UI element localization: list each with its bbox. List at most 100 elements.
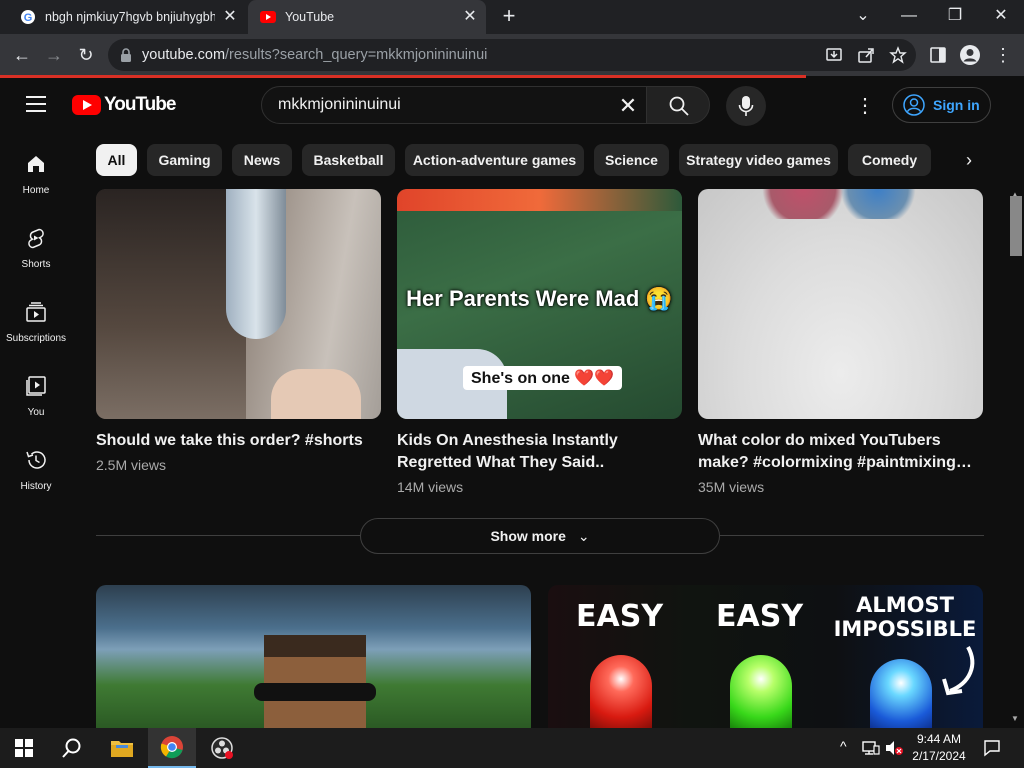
video-thumbnail[interactable]: EASY EASY ALMOST IMPOSSIBLE	[548, 585, 983, 728]
browser-toolbar: ← → ↻ youtube.com/results?search_query=m…	[0, 34, 1024, 76]
taskbar-search-button[interactable]	[48, 728, 96, 768]
taskbar-clock[interactable]: 9:44 AM 2/17/2024	[908, 731, 970, 765]
chrome-menu-icon[interactable]: ⋮	[990, 42, 1016, 68]
guide-item-you[interactable]: You	[0, 374, 72, 438]
thumbnail-shape	[226, 189, 286, 339]
guide-label: You	[27, 407, 45, 418]
thumbnail-shape	[397, 189, 682, 211]
thumbnail-text: IMPOSSIBLE	[833, 617, 977, 641]
guide-label: Home	[22, 185, 50, 196]
youtube-play-icon	[72, 95, 101, 115]
address-bar[interactable]: youtube.com/results?search_query=mkkmjon…	[108, 39, 916, 71]
search-query-text[interactable]: mkkmjonininuinui	[278, 96, 401, 114]
new-tab-button[interactable]: +	[498, 5, 520, 28]
chrome-icon	[160, 736, 183, 759]
short-thumbnail[interactable]	[96, 189, 381, 419]
chip-news[interactable]: News	[232, 144, 292, 176]
url-path: /results?search_query=mkkmjonininuinui	[225, 47, 488, 63]
chip-strategy-video-games[interactable]: Strategy video games	[679, 144, 838, 176]
short-title[interactable]: What color do mixed YouTubers make? #col…	[698, 430, 983, 474]
youtube-logo[interactable]: YouTube	[72, 94, 176, 116]
green-led-shape	[730, 655, 792, 728]
close-tab-icon[interactable]: ✕	[222, 9, 238, 25]
bookmark-star-icon[interactable]	[889, 46, 907, 64]
browser-tab-google[interactable]: G nbgh njmkiuy7hgvb bnjiuhygbh ✕	[8, 0, 246, 34]
chevron-down-icon: ⌄	[577, 528, 590, 544]
short-thumbnail[interactable]: Her Parents Were Mad 😭 She's on one ❤️❤️	[397, 189, 682, 419]
chip-basketball[interactable]: Basketball	[302, 144, 395, 176]
short-title[interactable]: Should we take this order? #shorts	[96, 430, 381, 452]
back-button[interactable]: ←	[9, 42, 35, 68]
chip-all[interactable]: All	[96, 144, 137, 176]
thumbnail-text: EASY	[576, 599, 664, 634]
clear-search-icon[interactable]: ✕	[616, 94, 640, 118]
page-scrollbar[interactable]	[1008, 189, 1024, 728]
url-host: youtube.com	[142, 47, 226, 63]
search-button[interactable]	[646, 86, 710, 124]
guide-item-subscriptions[interactable]: Subscriptions	[0, 300, 72, 364]
close-window-button[interactable]: ✕	[987, 4, 1015, 28]
short-title[interactable]: Kids On Anesthesia Instantly Regretted W…	[397, 430, 682, 474]
browser-tab-youtube[interactable]: YouTube ✕	[248, 0, 486, 34]
short-views: 14M views	[397, 479, 464, 495]
account-icon	[903, 94, 925, 116]
you-icon	[26, 376, 46, 396]
folder-icon	[111, 741, 133, 757]
chip-next-arrow-icon[interactable]: ›	[966, 150, 986, 170]
chrome-taskbar-button[interactable]	[148, 728, 196, 768]
clock-date: 2/17/2024	[912, 749, 966, 763]
scroll-down-arrow-icon[interactable]: ▼	[1011, 714, 1019, 723]
show-more-button[interactable]: Show more ⌄	[360, 518, 720, 554]
search-input[interactable]: mkkmjonininuinui ✕	[261, 86, 647, 124]
guide-label: History	[20, 481, 52, 492]
menu-icon[interactable]	[26, 96, 46, 112]
thumbnail-shape	[838, 189, 918, 219]
chip-science[interactable]: Science	[594, 144, 669, 176]
volume-muted-icon[interactable]	[884, 740, 904, 756]
search-icon	[669, 96, 689, 116]
tab-search-icon[interactable]: ⌄	[849, 4, 877, 28]
minimize-button[interactable]: —	[895, 4, 923, 28]
chip-action-adventure-games[interactable]: Action-adventure games	[405, 144, 584, 176]
notifications-icon[interactable]	[983, 739, 1001, 757]
recorder-icon	[211, 737, 233, 759]
thumbnail-text: EASY	[716, 599, 804, 634]
profile-icon[interactable]	[959, 44, 981, 66]
sign-in-button[interactable]: Sign in	[892, 87, 991, 123]
guide-item-home[interactable]: Home	[0, 152, 72, 216]
video-thumbnail[interactable]	[96, 585, 531, 728]
thumbnail-text-block: ALMOST IMPOSSIBLE	[830, 593, 980, 641]
thumbnail-shape	[271, 369, 361, 419]
reload-button[interactable]: ↻	[73, 42, 99, 68]
guide-item-shorts[interactable]: Shorts	[0, 226, 72, 290]
tab-title: YouTube	[285, 10, 335, 24]
settings-menu-icon[interactable]: ⋮	[855, 94, 875, 118]
chip-gaming[interactable]: Gaming	[147, 144, 222, 176]
restore-button[interactable]: ❐	[941, 4, 969, 28]
close-tab-icon[interactable]: ✕	[462, 9, 478, 25]
side-panel-icon[interactable]	[929, 46, 947, 64]
guide-label: Shorts	[21, 259, 51, 270]
start-button[interactable]	[0, 728, 48, 768]
forward-button[interactable]: →	[41, 42, 67, 68]
chip-comedy[interactable]: Comedy	[848, 144, 931, 176]
divider	[720, 535, 984, 536]
sign-in-label: Sign in	[933, 97, 980, 113]
guide-label: Subscriptions	[5, 333, 67, 344]
short-thumbnail[interactable]	[698, 189, 983, 419]
scrollbar-thumb[interactable]	[1010, 196, 1022, 256]
install-app-icon[interactable]	[825, 46, 843, 64]
thumbnail-caption-text: She's on one ❤️❤️	[463, 366, 623, 390]
svg-text:G: G	[24, 12, 33, 24]
divider	[96, 535, 360, 536]
voice-search-button[interactable]	[726, 86, 766, 126]
obs-taskbar-button[interactable]	[198, 728, 246, 768]
network-icon[interactable]	[862, 740, 880, 756]
show-hidden-icons-icon[interactable]: ^	[840, 738, 847, 754]
windows-logo-icon	[15, 739, 33, 757]
lock-icon	[121, 48, 131, 62]
show-more-label: Show more	[490, 528, 566, 544]
file-explorer-button[interactable]	[98, 728, 146, 768]
share-icon[interactable]	[857, 46, 875, 64]
guide-item-history[interactable]: History	[0, 448, 72, 512]
